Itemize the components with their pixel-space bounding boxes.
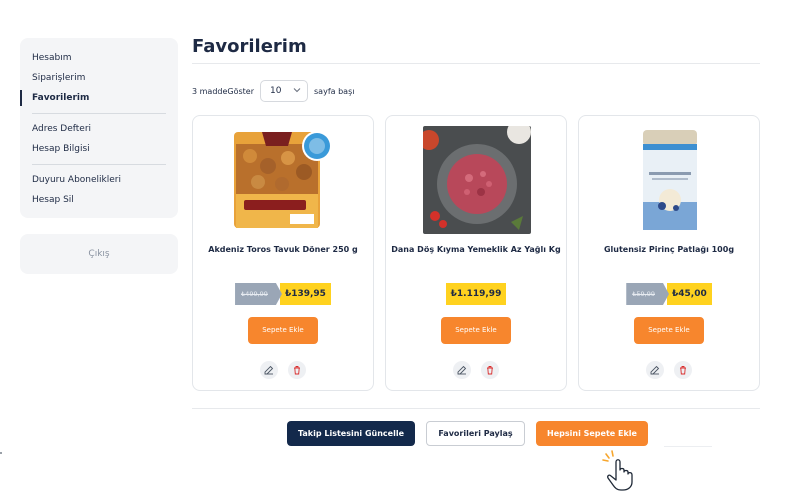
price-row: ₺1.119,99 [386, 283, 566, 305]
current-price: ₺1.119,99 [445, 283, 507, 305]
old-price: ₺499,99 [235, 283, 282, 305]
add-all-to-cart-button[interactable]: Hepsini Sepete Ekle [536, 421, 648, 446]
edge-mark [0, 452, 2, 454]
pager: 3 madde Göster 10 sayfa başı [192, 80, 354, 102]
edit-icon[interactable] [646, 361, 664, 379]
product-name[interactable]: Dana Döş Kıyma Yemeklik Az Yağlı Kg [390, 245, 562, 254]
add-to-cart-button[interactable]: Sepete Ekle [634, 317, 704, 344]
product-image-tavuk-doner[interactable] [230, 126, 338, 234]
current-price: ₺45,00 [667, 283, 712, 305]
product-image-pirinc-patlagi[interactable] [616, 126, 724, 234]
edit-icon[interactable] [260, 361, 278, 379]
logout-button[interactable]: Çıkış [20, 234, 178, 274]
old-price: ₺59,99 [626, 283, 669, 305]
trash-icon[interactable] [288, 361, 306, 379]
card-actions [386, 361, 566, 379]
product-card: Dana Döş Kıyma Yemeklik Az Yağlı Kg ₺1.1… [385, 115, 567, 391]
product-name[interactable]: Glutensiz Pirinç Patlağı 100g [583, 245, 755, 254]
sidebar-item-hesap-sil[interactable]: Hesap Sil [20, 190, 178, 210]
sidebar-item-duyuru-abonelikleri[interactable]: Duyuru Abonelikleri [20, 170, 178, 190]
item-count: 3 madde [192, 86, 228, 96]
card-actions [193, 361, 373, 379]
sidebar-item-hesap-bilgisi[interactable]: Hesap Bilgisi [20, 139, 178, 159]
sidebar-item-siparislerim[interactable]: Siparişlerim [20, 68, 178, 88]
per-page-suffix: sayfa başı [314, 86, 355, 96]
product-image-dana-kiyma[interactable] [423, 126, 531, 234]
sidebar-divider [32, 164, 166, 165]
price-row: ₺499,99 ₺139,95 [193, 283, 373, 305]
page-title: Favorilerim [192, 36, 307, 57]
product-card: Akdeniz Toros Tavuk Döner 250 g ₺499,99 … [192, 115, 374, 391]
sidebar-item-favorilerim[interactable]: Favorilerim [20, 88, 178, 108]
edit-icon[interactable] [453, 361, 471, 379]
per-page-value: 10 [270, 86, 282, 96]
per-page-select[interactable]: 10 [260, 80, 309, 102]
product-name[interactable]: Akdeniz Toros Tavuk Döner 250 g [197, 245, 369, 254]
pointer-hand-icon [600, 448, 644, 492]
current-price: ₺139,95 [279, 283, 331, 305]
add-to-cart-button[interactable]: Sepete Ekle [441, 317, 511, 344]
show-label: Göster [227, 86, 255, 96]
title-divider [192, 63, 760, 64]
update-watchlist-button[interactable]: Takip Listesini Güncelle [287, 421, 415, 446]
sidebar-item-adres-defteri[interactable]: Adres Defteri [20, 119, 178, 139]
trash-icon[interactable] [481, 361, 499, 379]
price-row: ₺59,99 ₺45,00 [579, 283, 759, 305]
chevron-down-icon [293, 86, 301, 96]
product-card: Glutensiz Pirinç Patlağı 100g ₺59,99 ₺45… [578, 115, 760, 391]
card-actions [579, 361, 759, 379]
actions-divider [192, 408, 760, 409]
sidebar-divider [32, 113, 166, 114]
add-to-cart-button[interactable]: Sepete Ekle [248, 317, 318, 344]
share-favorites-button[interactable]: Favorileri Paylaş [426, 421, 525, 446]
faint-divider [664, 446, 712, 449]
account-sidebar: Hesabım Siparişlerim Favorilerim Adres D… [20, 38, 178, 218]
sidebar-item-hesabim[interactable]: Hesabım [20, 48, 178, 68]
trash-icon[interactable] [674, 361, 692, 379]
